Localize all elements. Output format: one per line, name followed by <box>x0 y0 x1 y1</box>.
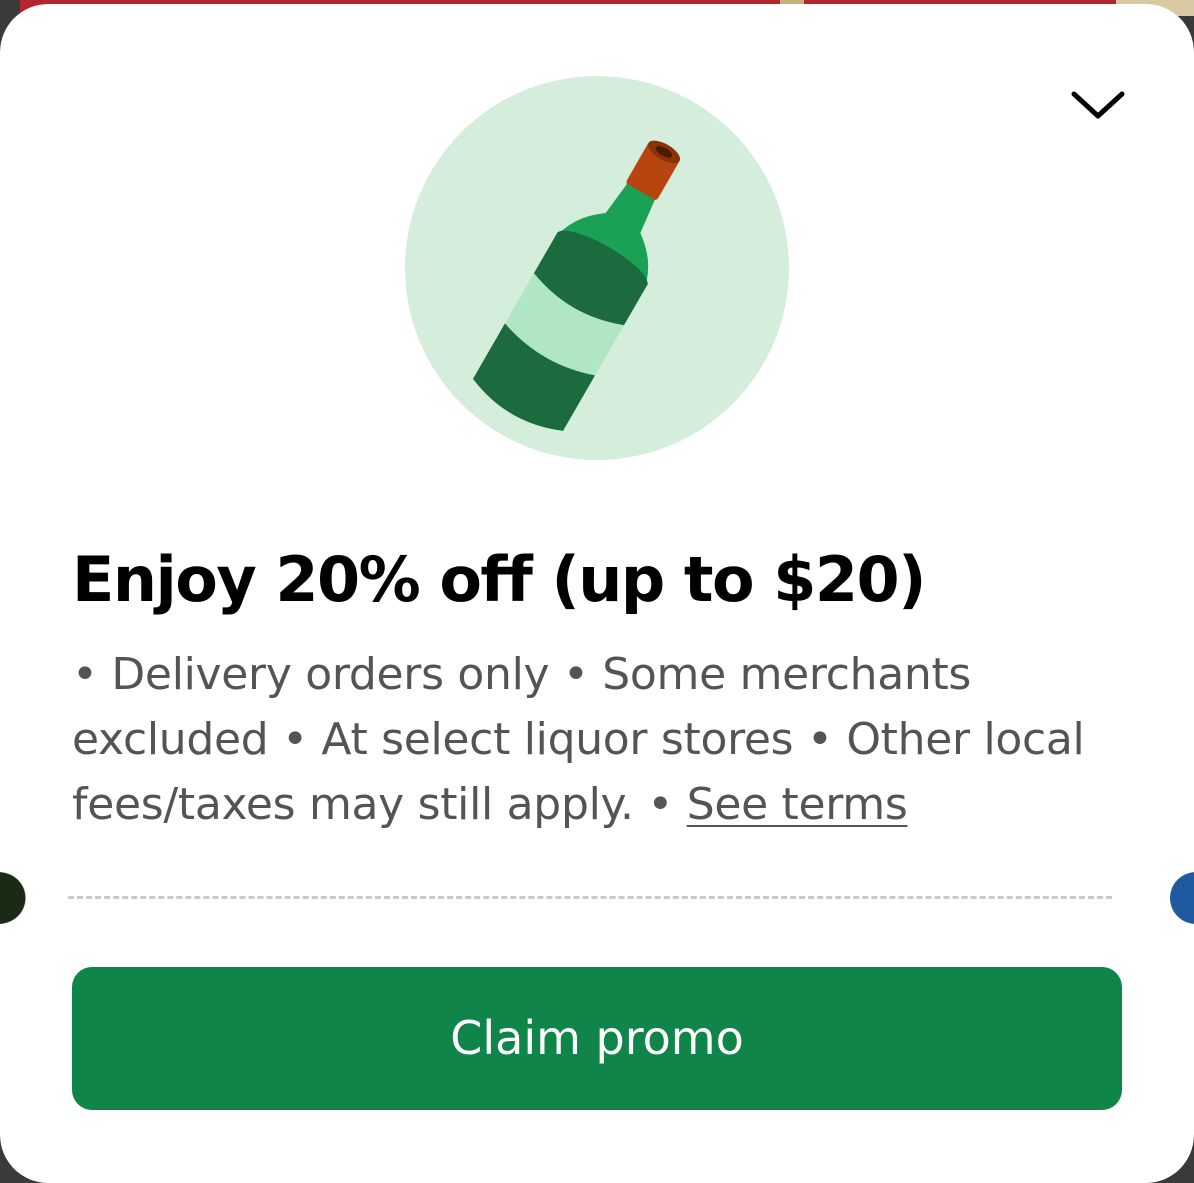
hero-illustration <box>405 76 789 460</box>
detail-separator: • <box>633 779 687 830</box>
wine-bottle-icon <box>472 140 681 431</box>
promo-sheet: Enjoy 20% off (up to $20) • Delivery ord… <box>0 4 1194 1183</box>
ticket-divider <box>68 896 1112 899</box>
see-terms-link[interactable]: See terms <box>687 779 908 830</box>
ticket-notch-right <box>1170 872 1194 924</box>
chevron-down-icon <box>1071 91 1125 119</box>
collapse-button[interactable] <box>1066 84 1130 128</box>
claim-promo-button[interactable]: Claim promo <box>72 967 1122 1110</box>
promo-details: • Delivery orders only • Some merchants … <box>72 642 1132 837</box>
detail-delivery-only: • Delivery orders only <box>72 649 550 700</box>
promo-title: Enjoy 20% off (up to $20) <box>72 543 926 616</box>
ticket-notch-left <box>0 872 24 924</box>
detail-select-liquor-stores: • At select liquor stores <box>268 714 794 765</box>
